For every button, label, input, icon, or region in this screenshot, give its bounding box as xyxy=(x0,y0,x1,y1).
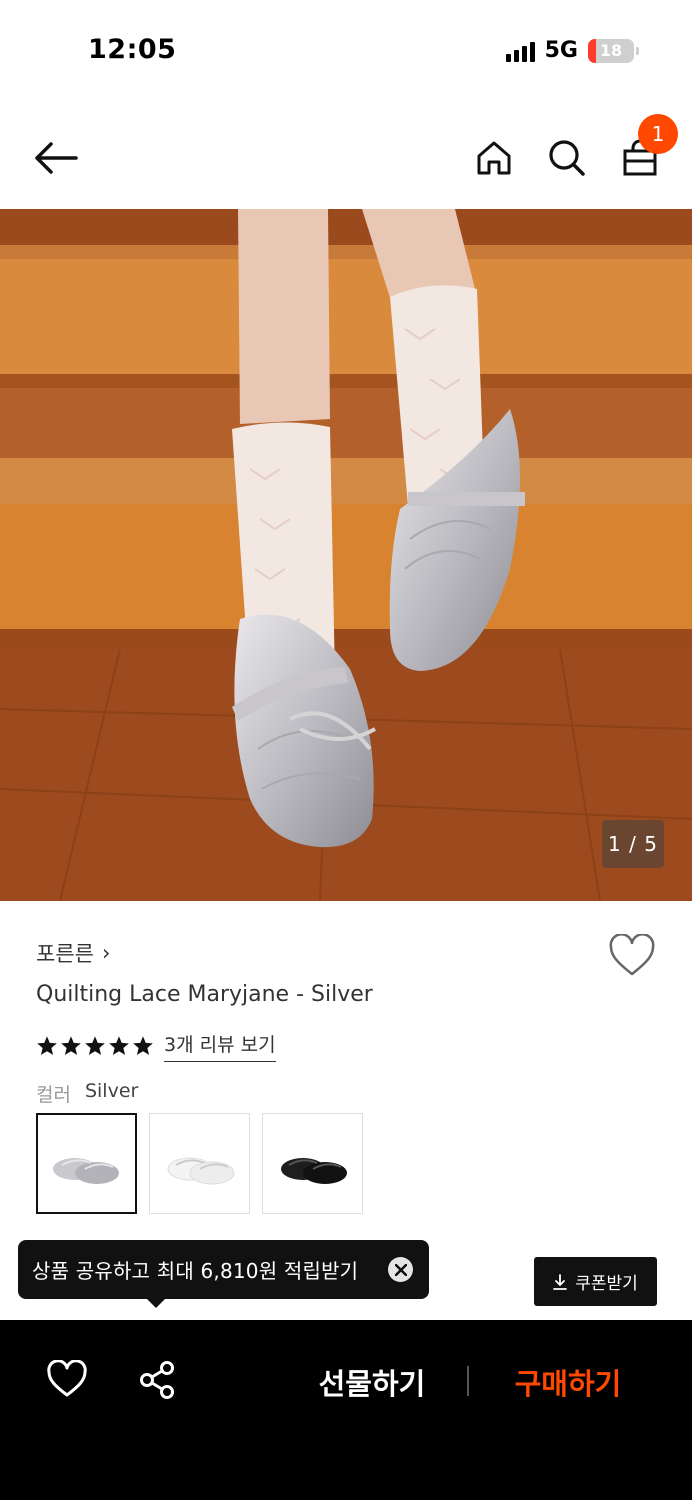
share-reward-tooltip[interactable]: 상품 공유하고 최대 6,810원 적립받기 xyxy=(18,1240,429,1299)
battery-icon: 18 xyxy=(588,38,639,63)
image-counter: 1 / 5 xyxy=(602,820,664,868)
download-icon xyxy=(553,1273,568,1290)
home-icon xyxy=(477,141,511,175)
rating-row: 3개 리뷰 보기 xyxy=(36,1030,276,1062)
network-label: 5G xyxy=(544,38,578,63)
color-value: Silver xyxy=(84,1080,139,1102)
product-photo xyxy=(0,209,692,901)
product-title: Quilting Lace Maryjane - Silver xyxy=(36,982,373,1007)
signal-icon xyxy=(505,40,535,62)
product-image[interactable] xyxy=(0,209,692,901)
star-icon xyxy=(61,1036,81,1055)
status-time: 12:05 xyxy=(88,34,177,65)
cart-count-badge: 1 xyxy=(638,114,678,154)
back-arrow-icon xyxy=(35,142,78,174)
swatch-white[interactable] xyxy=(149,1113,250,1214)
battery-percent: 18 xyxy=(599,41,623,60)
share-icon xyxy=(140,1361,174,1399)
color-row: 컬러 Silver xyxy=(36,1080,138,1107)
silver-shoe-thumbnail xyxy=(52,1157,119,1184)
color-label: 컬러 xyxy=(36,1084,71,1106)
back-button[interactable] xyxy=(30,132,82,184)
status-bar: 12:05 5G 18 xyxy=(0,0,692,100)
rating-stars xyxy=(36,1035,154,1057)
swatch-black[interactable] xyxy=(262,1113,363,1214)
star-icon xyxy=(85,1036,105,1055)
gift-button[interactable]: 선물하기 xyxy=(292,1358,452,1406)
heart-icon xyxy=(609,933,655,976)
battery-level xyxy=(588,38,597,63)
home-button[interactable] xyxy=(468,132,520,184)
bottom-action-bar: 선물하기 구매하기 xyxy=(0,1320,692,1500)
divider xyxy=(467,1366,469,1396)
star-icon xyxy=(37,1036,57,1055)
share-button[interactable] xyxy=(138,1360,178,1402)
tooltip-close-button[interactable] xyxy=(388,1257,413,1282)
wishlist-button[interactable] xyxy=(608,933,656,980)
search-button[interactable] xyxy=(541,132,593,184)
coupon-label: 쿠폰받기 xyxy=(575,1274,638,1294)
search-icon xyxy=(549,140,585,176)
tooltip-text: 상품 공유하고 최대 6,810원 적립받기 xyxy=(32,1259,359,1283)
color-swatches xyxy=(36,1113,363,1214)
chevron-right-icon: › xyxy=(101,941,111,965)
top-nav xyxy=(0,110,692,205)
status-indicators: 5G 18 xyxy=(505,38,639,63)
buy-button[interactable]: 구매하기 xyxy=(488,1358,648,1406)
star-icon xyxy=(109,1036,129,1055)
brand-name: 포른른 xyxy=(36,942,94,966)
review-link[interactable]: 3개 리뷰 보기 xyxy=(164,1030,276,1062)
coupon-button[interactable]: 쿠폰받기 xyxy=(534,1257,657,1306)
swatch-silver[interactable] xyxy=(36,1113,137,1214)
close-icon xyxy=(394,1263,407,1276)
bottom-like-button[interactable] xyxy=(46,1359,88,1402)
brand-link[interactable]: 포른른 › xyxy=(36,938,110,968)
black-shoe-thumbnail xyxy=(280,1157,347,1184)
tooltip-arrow xyxy=(146,1298,166,1308)
heart-icon xyxy=(47,1359,87,1397)
white-shoe-thumbnail xyxy=(167,1157,234,1184)
star-icon xyxy=(133,1036,153,1055)
